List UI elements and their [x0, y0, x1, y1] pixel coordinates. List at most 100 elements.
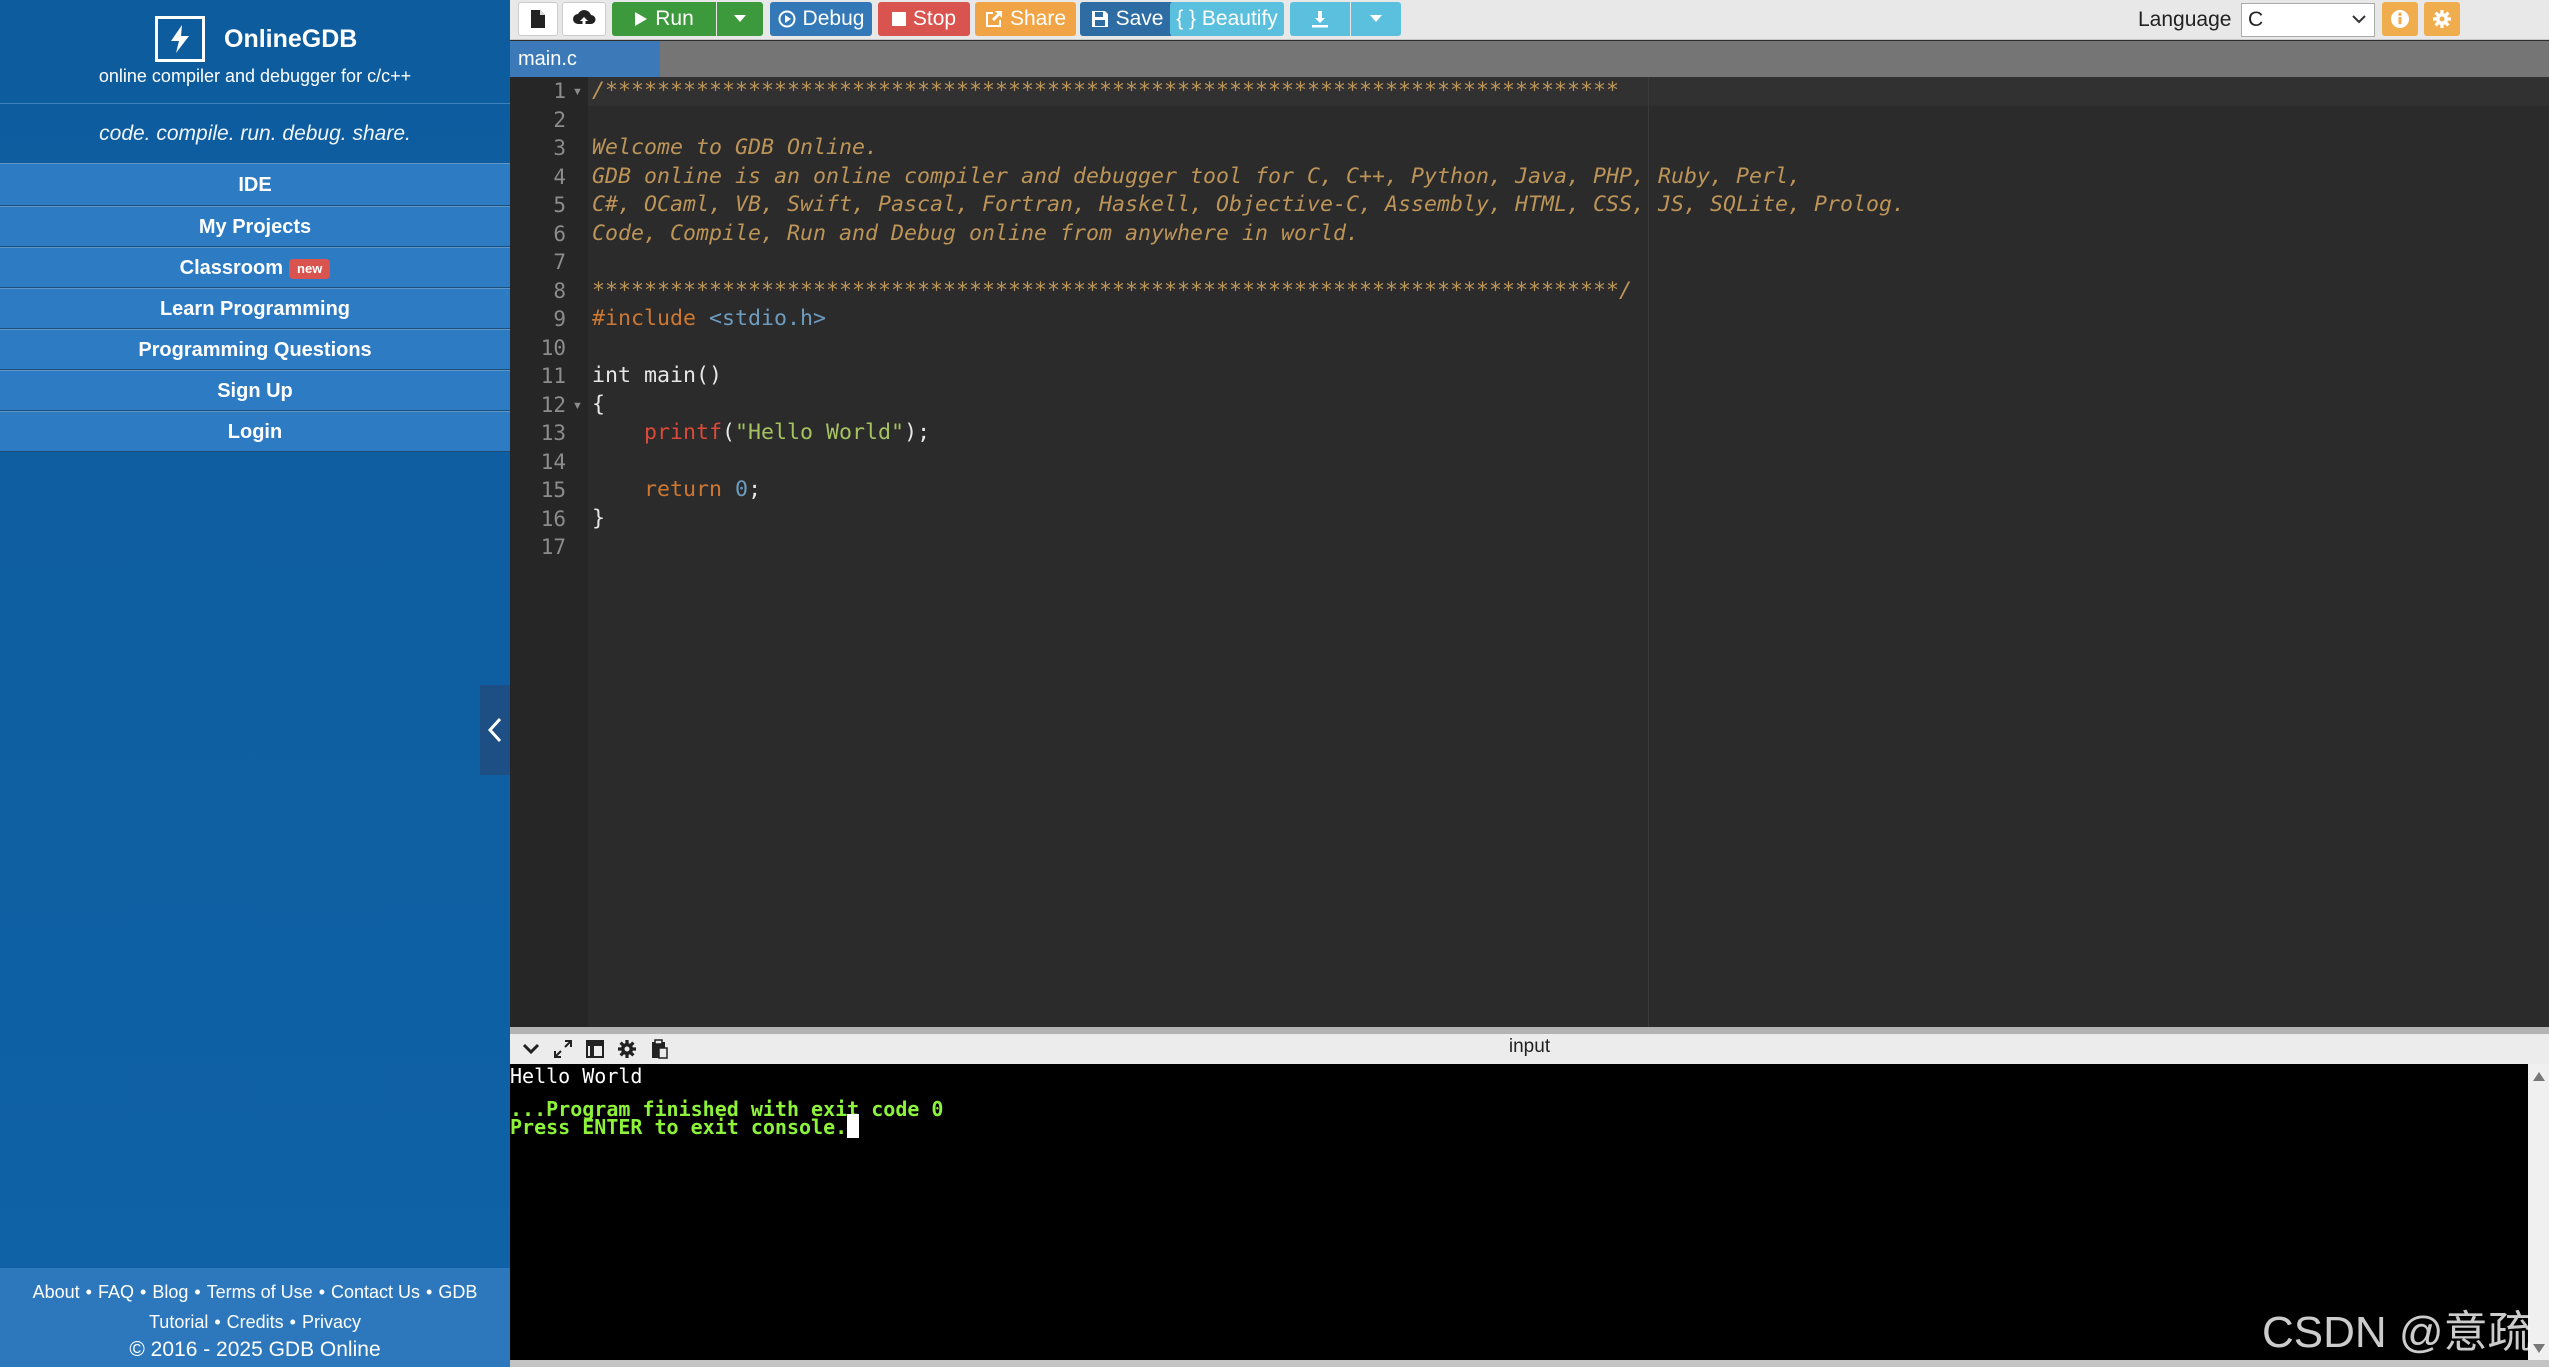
upload-cloud-icon	[573, 10, 596, 28]
footer-link-privacy[interactable]: Privacy	[302, 1312, 361, 1332]
play-circle-icon	[778, 10, 796, 28]
line-number: 6	[553, 222, 566, 246]
collapse-console-button[interactable]	[516, 1038, 546, 1060]
nav-item-label: My Projects	[198, 216, 312, 238]
line-number: 17	[540, 535, 566, 559]
code-editor[interactable]: 1 2 3 4 5 6 7 8 9 10 11 12 13 14 15 16 1…	[510, 77, 2549, 1027]
run-label: Run	[655, 7, 694, 30]
footer-separator: •	[85, 1282, 92, 1302]
code-directive: #include	[592, 306, 710, 331]
footer-separator: •	[426, 1282, 433, 1302]
download-icon	[1312, 11, 1328, 28]
console-output[interactable]: Hello World ...Program finished with exi…	[510, 1064, 2528, 1360]
run-options-button[interactable]	[717, 2, 763, 36]
footer-link-contact[interactable]: Contact Us	[331, 1282, 420, 1302]
debug-label: Debug	[802, 7, 865, 30]
expand-console-button[interactable]	[548, 1038, 578, 1060]
stop-button[interactable]: Stop	[878, 2, 970, 36]
clipboard-icon	[652, 1039, 668, 1059]
copyright: © 2016 - 2025 GDB Online	[129, 1338, 381, 1361]
code-line: GDB online is an online compiler and deb…	[592, 164, 1802, 189]
footer-link-terms[interactable]: Terms of Use	[207, 1282, 313, 1302]
beautify-label: { } Beautify	[1176, 7, 1278, 30]
console-settings-button[interactable]	[612, 1038, 642, 1060]
file-icon	[531, 10, 545, 28]
console-resize-handle[interactable]	[510, 1027, 2549, 1034]
line-number: 4	[553, 165, 566, 189]
footer-link-tutorial[interactable]: Tutorial	[149, 1312, 208, 1332]
nav-item-my-projects[interactable]: My Projects	[0, 206, 510, 247]
footer-link-faq[interactable]: FAQ	[98, 1282, 134, 1302]
nav-item-label: Learn Programming	[159, 298, 351, 320]
file-tab-bar: main.c	[510, 41, 2549, 77]
line-number: 14	[540, 450, 566, 474]
fold-arrow-icon[interactable]: ▼	[572, 400, 583, 412]
brand-name[interactable]: OnlineGDB	[224, 25, 357, 54]
language-select[interactable]: C	[2241, 3, 2375, 37]
caret-down-icon	[734, 15, 746, 22]
settings-button[interactable]	[2424, 2, 2460, 36]
footer-link-gdb[interactable]: GDB	[438, 1282, 477, 1302]
line-number: 13	[540, 421, 566, 445]
lightning-logo-icon[interactable]	[155, 16, 205, 62]
watermark-text: CSDN @意疏	[2262, 1308, 2532, 1357]
line-number: 10	[540, 336, 566, 360]
console-toolbar: input	[510, 1034, 2549, 1064]
floppy-disk-icon	[1091, 11, 1108, 27]
line-number: 12	[540, 393, 566, 417]
footer-link-credits[interactable]: Credits	[227, 1312, 284, 1332]
print-margin	[1648, 77, 1649, 1027]
download-options-button[interactable]	[1351, 2, 1401, 36]
save-button[interactable]: Save	[1080, 2, 1174, 36]
play-icon	[635, 12, 648, 26]
toolbar: Run Debug Stop Share Save { } Beautify L…	[510, 0, 2549, 40]
footer-link-blog[interactable]: Blog	[152, 1282, 188, 1302]
nav-item-label: Classroom	[179, 257, 284, 279]
console-line-prompt: Press ENTER to exit console.	[510, 1114, 860, 1139]
bottom-border	[510, 1360, 2549, 1367]
upload-button[interactable]	[562, 2, 606, 36]
nav-item-classroom[interactable]: Classroom new	[0, 247, 510, 288]
tab-main-c[interactable]: main.c	[510, 41, 660, 77]
beautify-button[interactable]: { } Beautify	[1170, 2, 1284, 36]
code-line: }	[592, 506, 606, 531]
brand-header: OnlineGDB online compiler and debugger f…	[0, 0, 510, 104]
code-line: printf("Hello World");	[592, 420, 930, 445]
sidebar: OnlineGDB online compiler and debugger f…	[0, 0, 510, 1367]
new-file-button[interactable]	[518, 2, 558, 36]
code-keyword: return	[644, 477, 723, 502]
line-number: 15	[540, 478, 566, 502]
download-button[interactable]	[1290, 2, 1350, 36]
nav-item-programming-questions[interactable]: Programming Questions	[0, 329, 510, 370]
code-line: Welcome to GDB Online.	[592, 135, 879, 160]
nav-item-label: Login	[227, 421, 283, 443]
console-prompt-text: Press ENTER to exit console.	[510, 1115, 848, 1139]
footer-link-about[interactable]: About	[33, 1282, 80, 1302]
code-paren: (	[722, 420, 736, 445]
info-icon	[2391, 10, 2409, 28]
tab-label: main.c	[518, 48, 577, 70]
code-function: printf	[644, 420, 723, 445]
line-number: 3	[553, 136, 566, 160]
sidebar-nav: IDE My Projects Classroom new Learn Progr…	[0, 163, 510, 452]
nav-item-sign-up[interactable]: Sign Up	[0, 370, 510, 411]
scroll-down-arrow-icon[interactable]	[2533, 1344, 2545, 1353]
nav-item-label: Programming Questions	[138, 339, 372, 361]
copy-output-button[interactable]	[644, 1038, 674, 1060]
run-button[interactable]: Run	[612, 2, 716, 36]
layout-toggle-button[interactable]	[580, 1038, 610, 1060]
info-button[interactable]	[2382, 2, 2418, 36]
nav-item-ide[interactable]: IDE	[0, 163, 510, 206]
nav-item-login[interactable]: Login	[0, 411, 510, 452]
debug-button[interactable]: Debug	[770, 2, 872, 36]
line-number: 2	[553, 108, 566, 132]
share-button[interactable]: Share	[975, 2, 1076, 36]
footer-separator: •	[194, 1282, 201, 1302]
line-number: 16	[540, 507, 566, 531]
share-label: Share	[1009, 7, 1067, 30]
tagline: code. compile. run. debug. share.	[99, 122, 411, 145]
collapse-sidebar-button[interactable]	[480, 685, 510, 775]
scroll-up-arrow-icon[interactable]	[2533, 1072, 2545, 1081]
fold-arrow-icon[interactable]: ▼	[572, 86, 583, 98]
nav-item-learn-programming[interactable]: Learn Programming	[0, 288, 510, 329]
